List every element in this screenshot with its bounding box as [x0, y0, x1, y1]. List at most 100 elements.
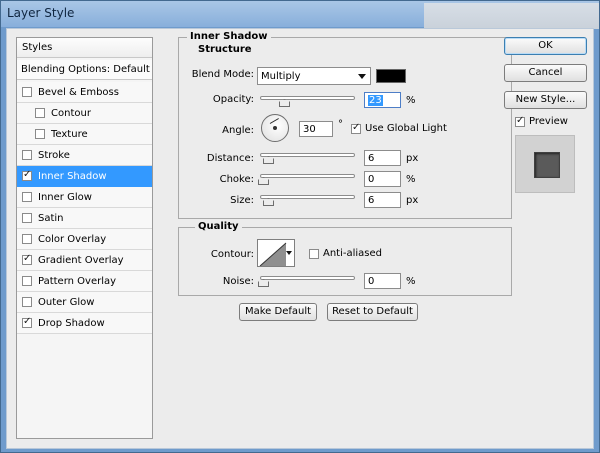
contour-label: Contour:: [210, 249, 254, 260]
style-item-label: Contour: [51, 107, 91, 119]
style-item-label: Inner Shadow: [38, 170, 107, 182]
style-preview-swatch: [534, 152, 560, 178]
blend-mode-select[interactable]: Multiply: [257, 67, 371, 85]
use-global-light-label: Use Global Light: [365, 123, 447, 134]
cancel-button[interactable]: Cancel: [504, 64, 587, 82]
style-item-checkbox[interactable]: [22, 276, 32, 286]
opacity-unit: %: [406, 95, 416, 106]
preview-check-icon: [515, 115, 525, 127]
noise-label: Noise:: [222, 276, 254, 287]
blend-mode-label: Blend Mode:: [191, 69, 254, 80]
style-item-contour[interactable]: Contour: [17, 103, 152, 124]
style-item-checkbox[interactable]: [35, 129, 45, 139]
style-item-drop-shadow[interactable]: Drop Shadow: [17, 313, 152, 334]
angle-value: 30: [303, 124, 316, 135]
opacity-value: 23: [368, 95, 383, 106]
style-item-texture[interactable]: Texture: [17, 124, 152, 145]
distance-input[interactable]: 6: [364, 150, 401, 166]
new-style-button[interactable]: New Style...: [504, 91, 587, 109]
structure-title: Structure: [195, 44, 255, 55]
size-slider-thumb[interactable]: [263, 198, 274, 206]
style-item-checkbox[interactable]: [22, 316, 32, 328]
style-item-checkbox[interactable]: [22, 234, 32, 244]
chevron-down-icon: [358, 74, 366, 79]
angle-input[interactable]: 30: [299, 121, 333, 137]
angle-center-dot: [273, 126, 277, 130]
style-item-label: Drop Shadow: [38, 317, 105, 329]
choke-input[interactable]: 0: [364, 171, 401, 187]
opacity-slider-thumb[interactable]: [279, 99, 290, 107]
angle-label: Angle:: [222, 125, 254, 136]
style-item-checkbox[interactable]: [22, 150, 32, 160]
title-bar-blank-area: [424, 3, 599, 29]
style-item-label: Color Overlay: [38, 233, 107, 245]
noise-value: 0: [368, 276, 375, 287]
style-item-checkbox[interactable]: [22, 297, 32, 307]
use-global-light-checkbox[interactable]: Use Global Light: [351, 122, 447, 134]
style-item-checkbox[interactable]: [22, 169, 32, 181]
angle-unit: °: [338, 119, 343, 130]
size-unit: px: [406, 195, 419, 206]
angle-dial[interactable]: [261, 114, 289, 142]
distance-slider-track[interactable]: [260, 153, 355, 157]
style-item-inner-glow[interactable]: Inner Glow: [17, 187, 152, 208]
quality-title: Quality: [195, 221, 242, 232]
preview-checkbox[interactable]: Preview: [515, 115, 568, 127]
make-default-button[interactable]: Make Default: [239, 303, 317, 321]
distance-label: Distance:: [206, 153, 254, 164]
preview-label: Preview: [529, 116, 568, 127]
noise-slider-track[interactable]: [260, 276, 355, 280]
style-item-outer-glow[interactable]: Outer Glow: [17, 292, 152, 313]
blending-options-item[interactable]: Blending Options: Default: [17, 60, 152, 80]
style-item-label: Texture: [51, 128, 88, 140]
size-input[interactable]: 6: [364, 192, 401, 208]
size-label: Size:: [230, 195, 254, 206]
distance-unit: px: [406, 153, 419, 164]
choke-slider-thumb[interactable]: [258, 177, 269, 185]
style-item-checkbox[interactable]: [22, 87, 32, 97]
style-item-inner-shadow[interactable]: Inner Shadow: [17, 166, 152, 187]
ok-button[interactable]: OK: [504, 37, 587, 55]
angle-indicator-line: [269, 118, 279, 124]
style-item-label: Gradient Overlay: [38, 254, 124, 266]
style-item-color-overlay[interactable]: Color Overlay: [17, 229, 152, 250]
styles-header[interactable]: Styles: [17, 38, 152, 58]
style-item-stroke[interactable]: Stroke: [17, 145, 152, 166]
style-item-checkbox[interactable]: [22, 192, 32, 202]
opacity-slider-track[interactable]: [260, 96, 355, 100]
layer-style-dialog: Layer Style Styles Blending Options: Def…: [0, 0, 600, 453]
choke-slider-track[interactable]: [260, 174, 355, 178]
style-item-gradient-overlay[interactable]: Gradient Overlay: [17, 250, 152, 271]
style-item-label: Bevel & Emboss: [38, 86, 119, 98]
distance-slider-thumb[interactable]: [263, 156, 274, 164]
style-item-satin[interactable]: Satin: [17, 208, 152, 229]
window-title: Layer Style: [7, 6, 75, 20]
inner-shadow-section: Inner Shadow Structure Blend Mode: Multi…: [178, 31, 512, 219]
reset-to-default-button[interactable]: Reset to Default: [327, 303, 418, 321]
style-item-checkbox[interactable]: [22, 213, 32, 223]
choke-unit: %: [406, 174, 416, 185]
style-item-checkbox[interactable]: [35, 108, 45, 118]
dialog-content: Styles Blending Options: Default Bevel &…: [6, 28, 594, 449]
style-item-label: Stroke: [38, 149, 70, 161]
style-item-pattern-overlay[interactable]: Pattern Overlay: [17, 271, 152, 292]
shadow-color-swatch[interactable]: [376, 69, 406, 83]
anti-aliased-label: Anti-aliased: [323, 248, 383, 259]
use-global-light-check-icon: [351, 122, 361, 134]
style-preview-box: [515, 135, 575, 193]
inner-shadow-title: Inner Shadow: [187, 31, 271, 42]
blend-mode-value: Multiply: [261, 71, 301, 82]
anti-aliased-checkbox[interactable]: Anti-aliased: [309, 248, 382, 259]
size-slider-track[interactable]: [260, 195, 355, 199]
opacity-input[interactable]: 23: [364, 92, 401, 108]
size-value: 6: [368, 195, 375, 206]
style-item-checkbox[interactable]: [22, 253, 32, 265]
style-item-bevel-emboss[interactable]: Bevel & Emboss: [17, 82, 152, 103]
noise-slider-thumb[interactable]: [258, 279, 269, 287]
style-item-label: Outer Glow: [38, 296, 95, 308]
noise-input[interactable]: 0: [364, 273, 401, 289]
opacity-label: Opacity:: [212, 94, 254, 105]
distance-value: 6: [368, 153, 375, 164]
style-item-label: Satin: [38, 212, 64, 224]
contour-picker[interactable]: [257, 239, 295, 267]
